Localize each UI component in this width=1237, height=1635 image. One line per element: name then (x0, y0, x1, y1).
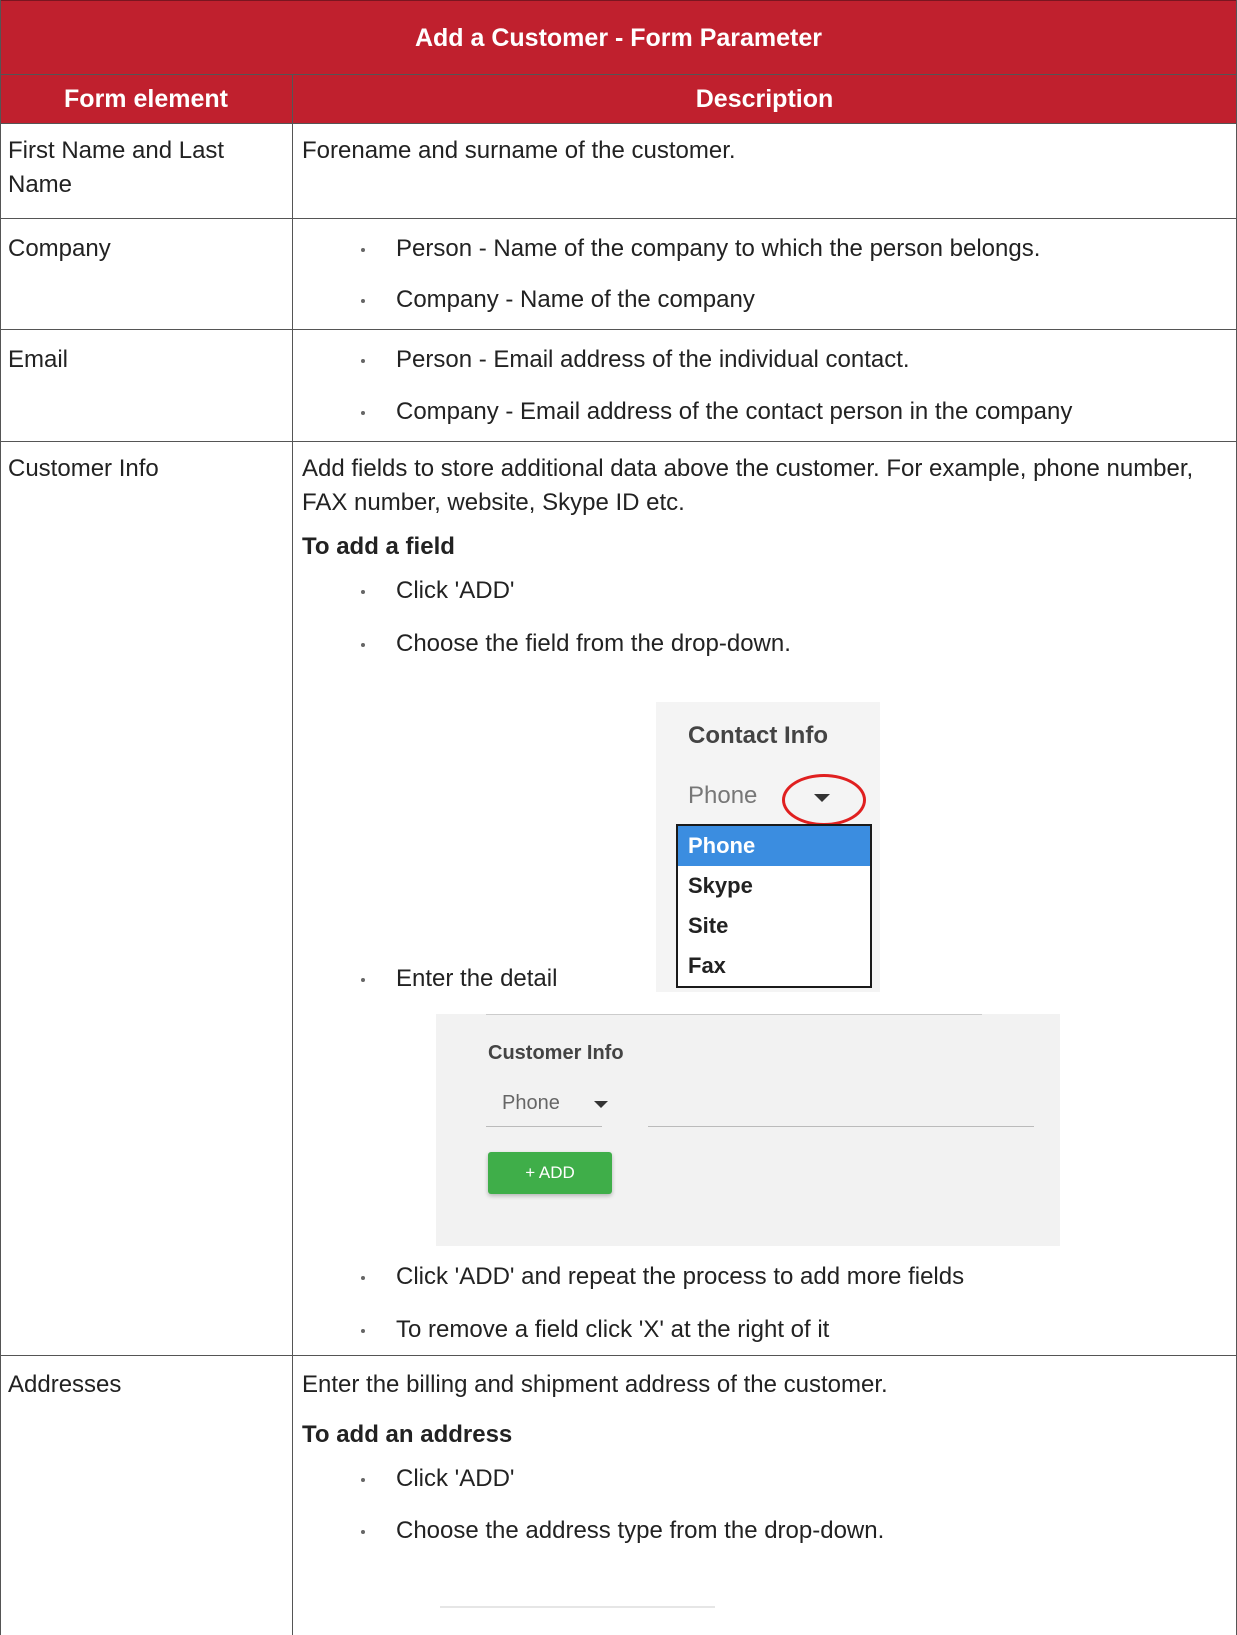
company-bullet-2: Company - Name of the company (396, 286, 755, 313)
contact-info-title: Contact Info (688, 722, 828, 749)
row-label-name-line2: Name (8, 171, 73, 198)
table-caption: Add a Customer - Form Parameter (0, 0, 1237, 76)
row-label-company: Company (8, 235, 111, 262)
addresses-step-2: Choose the address type from the drop-do… (396, 1517, 885, 1544)
customer-info-desc-line1: Add fields to store additional data abov… (302, 455, 1194, 482)
customer-info-step-3: Enter the detail (396, 965, 558, 992)
option-skype[interactable]: Skype (678, 866, 870, 906)
addresses-subheading: To add an address (302, 1421, 513, 1448)
form-parameter-table: Add a Customer - Form Parameter Form ele… (0, 0, 1237, 1635)
bullet (361, 299, 365, 303)
contact-type-select-value[interactable]: Phone (688, 782, 757, 810)
customer-info-title: Customer Info (488, 1042, 624, 1064)
row-label-name-line1: First Name and Last (8, 137, 225, 164)
email-bullet-2: Company - Email address of the contact p… (396, 398, 1073, 425)
customer-info-step-4: Click 'ADD' and repeat the process to ad… (396, 1263, 965, 1290)
row-label-email: Email (8, 346, 69, 373)
bullet (361, 1478, 365, 1482)
bullet (361, 359, 365, 363)
detail-input-underline[interactable] (648, 1126, 1034, 1127)
customer-info-step-2: Choose the field from the drop-down. (396, 630, 791, 657)
column-header-form-element: Form element (0, 75, 292, 124)
option-fax[interactable]: Fax (678, 946, 870, 986)
row-divider (0, 218, 1237, 219)
customer-info-step-5: To remove a field click 'X' at the right… (396, 1316, 830, 1343)
customer-info-subheading: To add a field (302, 533, 455, 560)
customer-info-screenshot: Customer Info Phone + ADD (436, 1014, 1060, 1246)
customer-info-desc-line2: FAX number, website, Skype ID etc. (302, 489, 685, 516)
row-divider (0, 441, 1237, 442)
column-header-description: Description (293, 75, 1236, 124)
column-divider (292, 75, 293, 1635)
bullet (361, 1530, 365, 1534)
bullet (361, 643, 365, 647)
addresses-desc: Enter the billing and shipment address o… (302, 1371, 888, 1398)
email-bullet-1: Person - Email address of the individual… (396, 346, 910, 373)
bullet (361, 1329, 365, 1333)
table-border-left (0, 0, 1, 1635)
bullet (361, 978, 365, 982)
bullet (361, 590, 365, 594)
addresses-step-1: Click 'ADD' (396, 1465, 515, 1492)
row-label-customer-info: Customer Info (8, 455, 159, 482)
row-divider (0, 123, 1237, 124)
contact-info-dropdown-screenshot: Contact Info Phone Phone Skype Site Fax (656, 702, 880, 992)
row-label-addresses: Addresses (8, 1371, 122, 1398)
screenshot-edge (440, 1606, 715, 1608)
bullet (361, 248, 365, 252)
contact-type-options: Phone Skype Site Fax (676, 824, 872, 988)
highlight-circle (782, 774, 866, 826)
bullet (361, 1276, 365, 1280)
row-divider (0, 74, 1237, 75)
row-divider (0, 1355, 1237, 1356)
company-bullet-1: Person - Name of the company to which th… (396, 235, 1041, 262)
caret-down-icon[interactable] (594, 1101, 608, 1108)
row-divider (0, 329, 1237, 330)
option-phone[interactable]: Phone (678, 826, 870, 866)
row-desc-name: Forename and surname of the customer. (302, 137, 736, 164)
option-site[interactable]: Site (678, 906, 870, 946)
customer-info-step-1: Click 'ADD' (396, 577, 515, 604)
add-field-button[interactable]: + ADD (488, 1152, 612, 1194)
field-type-select-value[interactable]: Phone (502, 1092, 560, 1115)
select-underline (486, 1126, 602, 1127)
divider (486, 1014, 982, 1015)
bullet (361, 411, 365, 415)
